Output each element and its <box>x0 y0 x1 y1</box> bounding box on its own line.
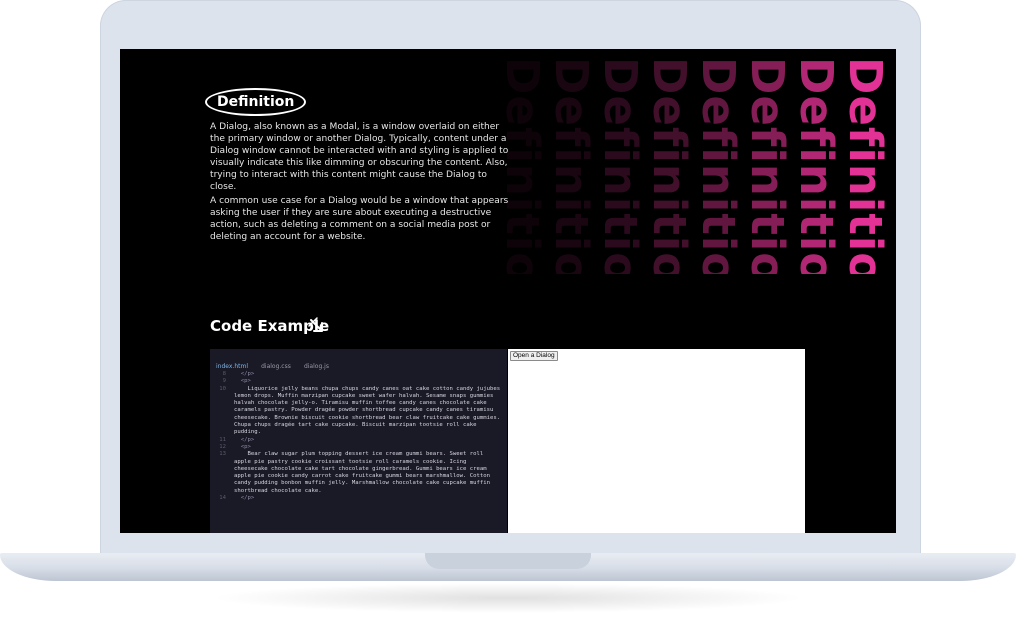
tab-dialog-css[interactable]: dialog.css <box>261 363 291 370</box>
line-number: 14 <box>219 495 226 502</box>
line-number: 8 <box>222 371 226 377</box>
code-line: 12 <p> <box>210 444 507 451</box>
line-number: 10 <box>219 385 226 392</box>
decorative-word: Definition <box>741 57 794 274</box>
code-line: 11 </p> <box>210 437 507 444</box>
code-text: <p> <box>234 378 251 385</box>
laptop-notch <box>425 553 591 569</box>
preview-pane: Open a Dialog <box>508 349 805 533</box>
code-text: </p> <box>234 371 255 377</box>
line-number: 9 <box>222 378 226 385</box>
code-text: </p> <box>234 495 255 502</box>
definition-paragraph-1: A Dialog, also known as a Modal, is a wi… <box>210 122 509 192</box>
decorative-word: Definition <box>643 57 696 274</box>
code-text: </p> <box>234 436 255 443</box>
definition-decoration: Definition Definition Definition Definition… <box>500 49 896 274</box>
decorative-word: Definition <box>594 57 647 274</box>
code-line: 10 Liquorice jelly beans chupa chups can… <box>210 386 507 437</box>
decorative-word: Definition <box>545 57 598 274</box>
code-line: 13 Bear claw sugar plum topping dessert … <box>210 451 507 495</box>
code-body: 8 </p> 9 <p> 10 Liquorice jelly beans ch… <box>210 369 507 502</box>
code-text: Bear claw sugar plum topping dessert ice… <box>234 451 494 494</box>
open-dialog-button[interactable]: Open a Dialog <box>510 351 558 361</box>
code-editor: index.html dialog.css dialog.js 8 </p> 9… <box>210 349 507 533</box>
tab-index-html[interactable]: index.html <box>216 363 248 370</box>
line-number: 11 <box>219 436 226 443</box>
code-line: 14 </p> <box>210 495 507 502</box>
code-tabs: index.html dialog.css dialog.js <box>210 349 507 370</box>
decorative-word: Definition <box>790 57 843 274</box>
definition-heading: Definition <box>205 88 307 116</box>
tab-dialog-js[interactable]: dialog.js <box>304 363 329 370</box>
arrow-down-right-icon <box>308 317 326 339</box>
laptop-screen: Definition Definition Definition Definition… <box>120 49 896 533</box>
code-line: 9 <p> <box>210 378 507 385</box>
decorative-word: Definition <box>839 57 892 274</box>
line-number: 12 <box>219 443 226 450</box>
code-text: <p> <box>234 443 251 450</box>
laptop-shadow <box>210 583 806 613</box>
code-text: Liquorice jelly beans chupa chups candy … <box>234 385 504 436</box>
decorative-word: Definition <box>692 57 745 274</box>
definition-paragraph-2: A common use case for a Dialog would be … <box>210 196 509 242</box>
line-number: 13 <box>219 451 226 458</box>
code-line: 8 </p> <box>210 371 507 378</box>
